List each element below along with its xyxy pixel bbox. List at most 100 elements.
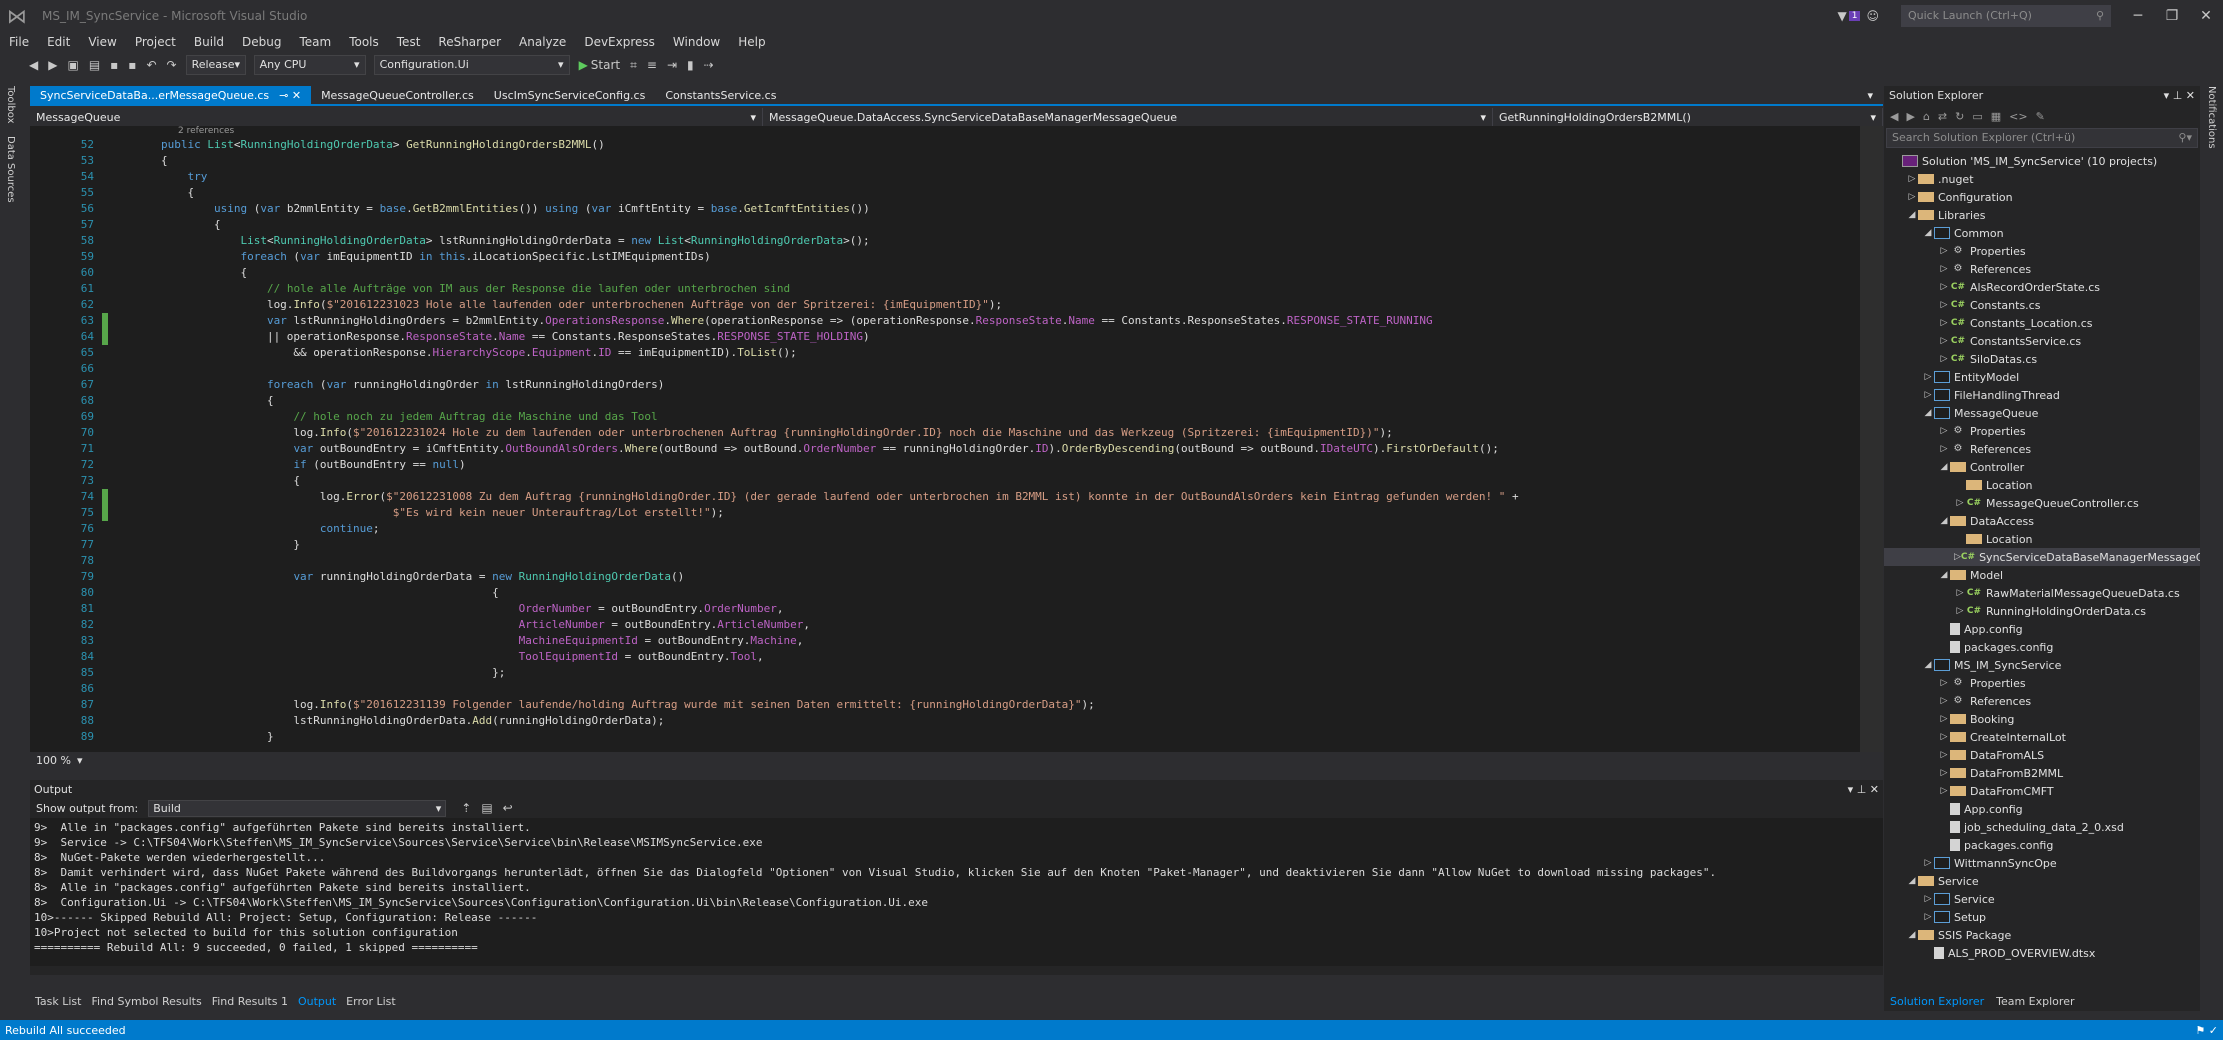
notification-badge[interactable]: 1 <box>1848 11 1861 21</box>
feedback-icon[interactable]: ☺ <box>1866 9 1879 23</box>
expand-arrow-icon[interactable]: ◢ <box>1922 660 1934 670</box>
notification-icons[interactable]: ⚑ ✓ <box>2195 1024 2218 1037</box>
code-line[interactable]: 88 lstRunningHoldingOrderData.Add(runnin… <box>30 713 1865 729</box>
code-line[interactable]: 78 <box>30 553 1865 569</box>
code-line[interactable]: 74 log.Error($"20612231008 Zu dem Auftra… <box>30 489 1865 505</box>
code-editor[interactable]: 2 references 52 public List<RunningHoldi… <box>30 126 1865 752</box>
tree-node[interactable]: App.config <box>1884 800 2200 818</box>
code-line[interactable]: 54 try <box>30 169 1865 185</box>
tree-node[interactable]: ▷ DataFromCMFT <box>1884 782 2200 800</box>
expand-arrow-icon[interactable]: ▷ <box>1938 750 1950 760</box>
menu-item-window[interactable]: Window <box>664 35 729 49</box>
expand-arrow-icon[interactable]: ◢ <box>1922 408 1934 418</box>
tree-node[interactable]: ▷ ⚙ Properties <box>1884 422 2200 440</box>
solution-search-input[interactable]: Search Solution Explorer (Ctrl+ü) ⚲▾ <box>1886 128 2198 148</box>
sync-icon[interactable]: ⇄ <box>1938 110 1947 123</box>
code-line[interactable]: 69 // hole noch zu jedem Auftrag die Mas… <box>30 409 1865 425</box>
tree-node[interactable]: ▷ FileHandlingThread <box>1884 386 2200 404</box>
code-line[interactable]: 58 List<RunningHoldingOrderData> lstRunn… <box>30 233 1865 249</box>
close-button[interactable]: ✕ <box>2189 8 2223 24</box>
code-line[interactable]: 70 log.Info($"201612231024 Hole zu dem l… <box>30 425 1865 441</box>
tree-node[interactable]: ▷ DataFromB2MML <box>1884 764 2200 782</box>
tree-node[interactable]: ▷ WittmannSyncOpe <box>1884 854 2200 872</box>
code-line[interactable]: 80 { <box>30 585 1865 601</box>
tab-task-list[interactable]: Task List <box>30 995 86 1008</box>
tree-node[interactable]: ▷C#SyncServiceDataBaseManagerMessageQueu… <box>1884 548 2200 566</box>
expand-arrow-icon[interactable]: ◢ <box>1938 570 1950 580</box>
side-tab-notifications[interactable]: Notifications <box>2206 86 2217 149</box>
code-line[interactable]: 87 log.Info($"201612231139 Folgender lau… <box>30 697 1865 713</box>
tree-node[interactable]: ◢ Model <box>1884 566 2200 584</box>
tab-find-symbol-results[interactable]: Find Symbol Results <box>86 995 206 1008</box>
tree-node[interactable]: Location <box>1884 476 2200 494</box>
comment-icon[interactable]: ⌗ <box>630 58 637 73</box>
code-line[interactable]: 76 continue; <box>30 521 1865 537</box>
bookmark-icon[interactable]: ▮ <box>687 58 694 72</box>
expand-arrow-icon[interactable]: ▷ <box>1922 912 1934 922</box>
solution-configuration-dropdown[interactable]: Release ▾ <box>185 55 246 75</box>
codelens-references[interactable]: 2 references <box>30 126 1865 137</box>
expand-arrow-icon[interactable]: ▷ <box>1938 300 1950 310</box>
menu-item-analyze[interactable]: Analyze <box>510 35 575 49</box>
tree-node[interactable]: Location <box>1884 530 2200 548</box>
tree-node[interactable]: ▷ EntityModel <box>1884 368 2200 386</box>
new-project-icon[interactable]: ▣ <box>67 58 78 72</box>
panel-controls[interactable]: ▾ ⊥ ✕ <box>2164 89 2195 102</box>
back-icon[interactable]: ◀ <box>29 58 38 72</box>
clear-all-icon[interactable]: ▤ <box>481 801 492 815</box>
code-line[interactable]: 62 log.Info($"201612231023 Hole alle lau… <box>30 297 1865 313</box>
code-line[interactable]: 72 if (outBoundEntry == null) <box>30 457 1865 473</box>
class-dropdown[interactable]: MessageQueue.DataAccess.SyncServiceDataB… <box>763 108 1493 126</box>
code-line[interactable]: 60 { <box>30 265 1865 281</box>
side-tab-data-sources[interactable]: Data Sources <box>5 136 16 203</box>
editor-tab[interactable]: UscImSyncServiceConfig.cs <box>484 86 656 104</box>
view-code-icon[interactable]: <> <box>2009 110 2027 123</box>
word-wrap-icon[interactable]: ↩ <box>503 801 513 815</box>
show-all-files-icon[interactable]: ▦ <box>1991 110 2001 123</box>
code-line[interactable]: 83 MachineEquipmentId = outBoundEntry.Ma… <box>30 633 1865 649</box>
editor-tab[interactable]: SyncServiceDataBa...erMessageQueue.cs ⊸ ✕ <box>30 86 312 104</box>
menu-item-resharper[interactable]: ReSharper <box>429 35 510 49</box>
code-line[interactable]: 64 || operationResponse.ResponseState.Na… <box>30 329 1865 345</box>
zoom-level[interactable]: 100 % <box>30 754 77 767</box>
tree-node[interactable]: ▷ .nuget <box>1884 170 2200 188</box>
code-line[interactable]: 56 using (var b2mmlEntity = base.GetB2mm… <box>30 201 1865 217</box>
tree-node[interactable]: ▷ ⚙ Properties <box>1884 674 2200 692</box>
expand-arrow-icon[interactable]: ▷ <box>1954 588 1966 598</box>
expand-arrow-icon[interactable]: ◢ <box>1938 462 1950 472</box>
expand-arrow-icon[interactable]: ▷ <box>1938 318 1950 328</box>
code-line[interactable]: 85 }; <box>30 665 1865 681</box>
code-line[interactable]: 81 OrderNumber = outBoundEntry.OrderNumb… <box>30 601 1865 617</box>
tree-node[interactable]: packages.config <box>1884 836 2200 854</box>
indent-icon[interactable]: ⇥ <box>667 58 677 72</box>
code-line[interactable]: 82 ArticleNumber = outBoundEntry.Article… <box>30 617 1865 633</box>
tree-node[interactable]: ▷ Configuration <box>1884 188 2200 206</box>
next-bookmark-icon[interactable]: ⇢ <box>704 58 714 72</box>
output-text[interactable]: 9> Alle in "packages.config" aufgeführte… <box>30 818 1883 966</box>
expand-arrow-icon[interactable]: ▷ <box>1938 336 1950 346</box>
tree-node[interactable]: ◢ SSIS Package <box>1884 926 2200 944</box>
code-line[interactable]: 63 var lstRunningHoldingOrders = b2mmlEn… <box>30 313 1865 329</box>
expand-arrow-icon[interactable]: ▷ <box>1938 714 1950 724</box>
code-line[interactable]: 68 { <box>30 393 1865 409</box>
start-button-label[interactable]: Start <box>591 58 620 72</box>
menu-item-view[interactable]: View <box>79 35 125 49</box>
tree-node[interactable]: ▷ C# SiloDatas.cs <box>1884 350 2200 368</box>
solution-platform-dropdown[interactable]: Any CPU ▾ <box>253 55 366 75</box>
tree-node[interactable]: Solution 'MS_IM_SyncService' (10 project… <box>1884 152 2200 170</box>
code-line[interactable]: 65 && operationResponse.HierarchyScope.E… <box>30 345 1865 361</box>
tab-error-list[interactable]: Error List <box>341 995 401 1008</box>
tree-node[interactable]: ▷ Booking <box>1884 710 2200 728</box>
expand-arrow-icon[interactable]: ▷ <box>1922 894 1934 904</box>
expand-arrow-icon[interactable]: ▷ <box>1922 390 1934 400</box>
code-line[interactable]: 89 } <box>30 729 1865 745</box>
tree-node[interactable]: ▷ ⚙ References <box>1884 440 2200 458</box>
tree-node[interactable]: ◢ Service <box>1884 872 2200 890</box>
tree-node[interactable]: ▷ Service <box>1884 890 2200 908</box>
save-all-icon[interactable]: ▪ <box>128 58 136 72</box>
code-line[interactable]: 67 foreach (var runningHoldingOrder in l… <box>30 377 1865 393</box>
expand-arrow-icon[interactable]: ◢ <box>1938 516 1950 526</box>
tree-node[interactable]: App.config <box>1884 620 2200 638</box>
format-icon[interactable]: ≡ <box>647 58 657 72</box>
code-line[interactable]: 71 var outBoundEntry = iCmftEntity.OutBo… <box>30 441 1865 457</box>
